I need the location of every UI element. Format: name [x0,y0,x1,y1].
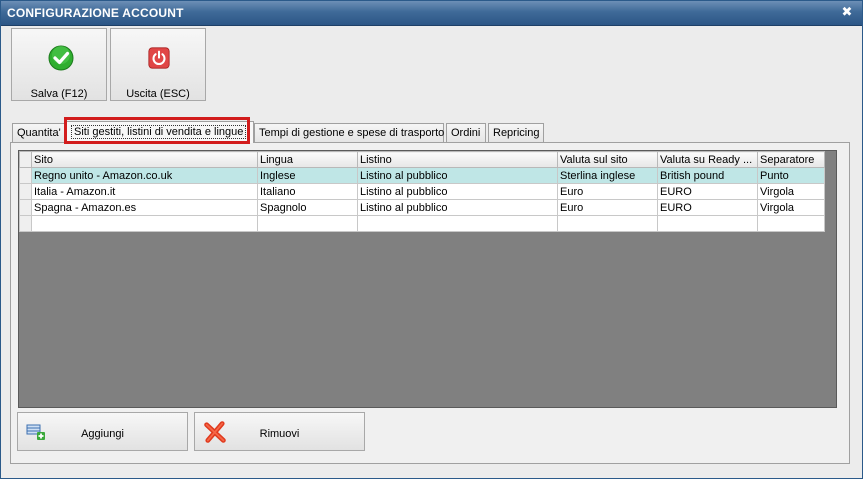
table-cell[interactable]: Spagna - Amazon.es [31,199,258,216]
table-header-row: Sito Lingua Listino Valuta sul sito Valu… [19,151,825,168]
row-indicator[interactable] [19,199,32,216]
table-row[interactable]: Regno unito - Amazon.co.uk Inglese Listi… [19,167,825,184]
table-cell[interactable]: Euro [557,183,658,200]
table-cell[interactable]: Regno unito - Amazon.co.uk [31,167,258,184]
table-cell[interactable]: Italiano [257,183,358,200]
tab-label: Repricing [493,127,540,139]
table-cell[interactable] [257,215,358,232]
save-button-label: Salva (F12) [30,88,88,100]
save-button[interactable]: Salva (F12) [11,28,107,101]
column-header[interactable]: Separatore [757,151,825,168]
table-cell[interactable]: Euro [557,199,658,216]
tab-tempi-gestione[interactable]: Tempi di gestione e spese di trasporto [254,123,444,142]
table-row[interactable]: Italia - Amazon.it Italiano Listino al p… [19,183,825,200]
column-header[interactable]: Valuta su Ready ... [657,151,758,168]
title-bar: CONFIGURAZIONE ACCOUNT ✖ [1,1,862,26]
tab-quantita[interactable]: Quantita' [12,123,66,142]
tab-ordini[interactable]: Ordini [446,123,486,142]
tab-label: Tempi di gestione e spese di trasporto [259,127,445,139]
table-cell[interactable] [357,215,558,232]
table-cell[interactable]: British pound [657,167,758,184]
table-cell[interactable] [31,215,258,232]
table-cell[interactable] [557,215,658,232]
column-header[interactable]: Listino [357,151,558,168]
table-cell[interactable] [757,215,825,232]
column-header[interactable]: Lingua [257,151,358,168]
tab-label: Siti gestiti, listini di vendita e lingu… [71,125,247,139]
tab-siti-gestiti[interactable]: Siti gestiti, listini di vendita e lingu… [66,121,254,143]
checkmark-icon [48,45,74,71]
table-cell[interactable]: Listino al pubblico [357,183,558,200]
table-cell[interactable]: Italia - Amazon.it [31,183,258,200]
add-button-label: Aggiungi [81,428,124,440]
exit-button-label: Uscita (ESC) [126,88,190,100]
table-cell[interactable]: Virgola [757,199,825,216]
sites-grid[interactable]: Sito Lingua Listino Valuta sul sito Valu… [18,150,837,408]
table-cell[interactable]: Sterlina inglese [557,167,658,184]
table-row[interactable]: Spagna - Amazon.es Spagnolo Listino al p… [19,199,825,216]
row-indicator-header [19,151,32,168]
row-indicator[interactable] [19,167,32,184]
add-button[interactable]: Aggiungi [17,412,188,451]
table-cell[interactable]: Virgola [757,183,825,200]
table-cell[interactable]: Listino al pubblico [357,167,558,184]
table-row-empty[interactable] [19,215,825,232]
column-header[interactable]: Sito [31,151,258,168]
table-cell[interactable] [657,215,758,232]
tab-label: Ordini [451,127,481,139]
remove-button[interactable]: Rimuovi [194,412,365,451]
window-title: CONFIGURAZIONE ACCOUNT [7,6,184,20]
tab-repricing[interactable]: Repricing [488,123,544,142]
table-cell[interactable]: Spagnolo [257,199,358,216]
table-cell[interactable]: Inglese [257,167,358,184]
power-icon [148,47,170,69]
row-indicator[interactable] [19,215,32,232]
table-cell[interactable]: Punto [757,167,825,184]
table-cell[interactable]: EURO [657,183,758,200]
sites-table: Sito Lingua Listino Valuta sul sito Valu… [19,151,825,232]
column-header[interactable]: Valuta sul sito [557,151,658,168]
table-cell[interactable]: Listino al pubblico [357,199,558,216]
row-indicator[interactable] [19,183,32,200]
table-cell[interactable]: EURO [657,199,758,216]
exit-button[interactable]: Uscita (ESC) [110,28,206,101]
close-icon[interactable]: ✖ [840,5,854,19]
tab-label: Quantita' [17,127,61,139]
remove-button-label: Rimuovi [259,428,300,440]
